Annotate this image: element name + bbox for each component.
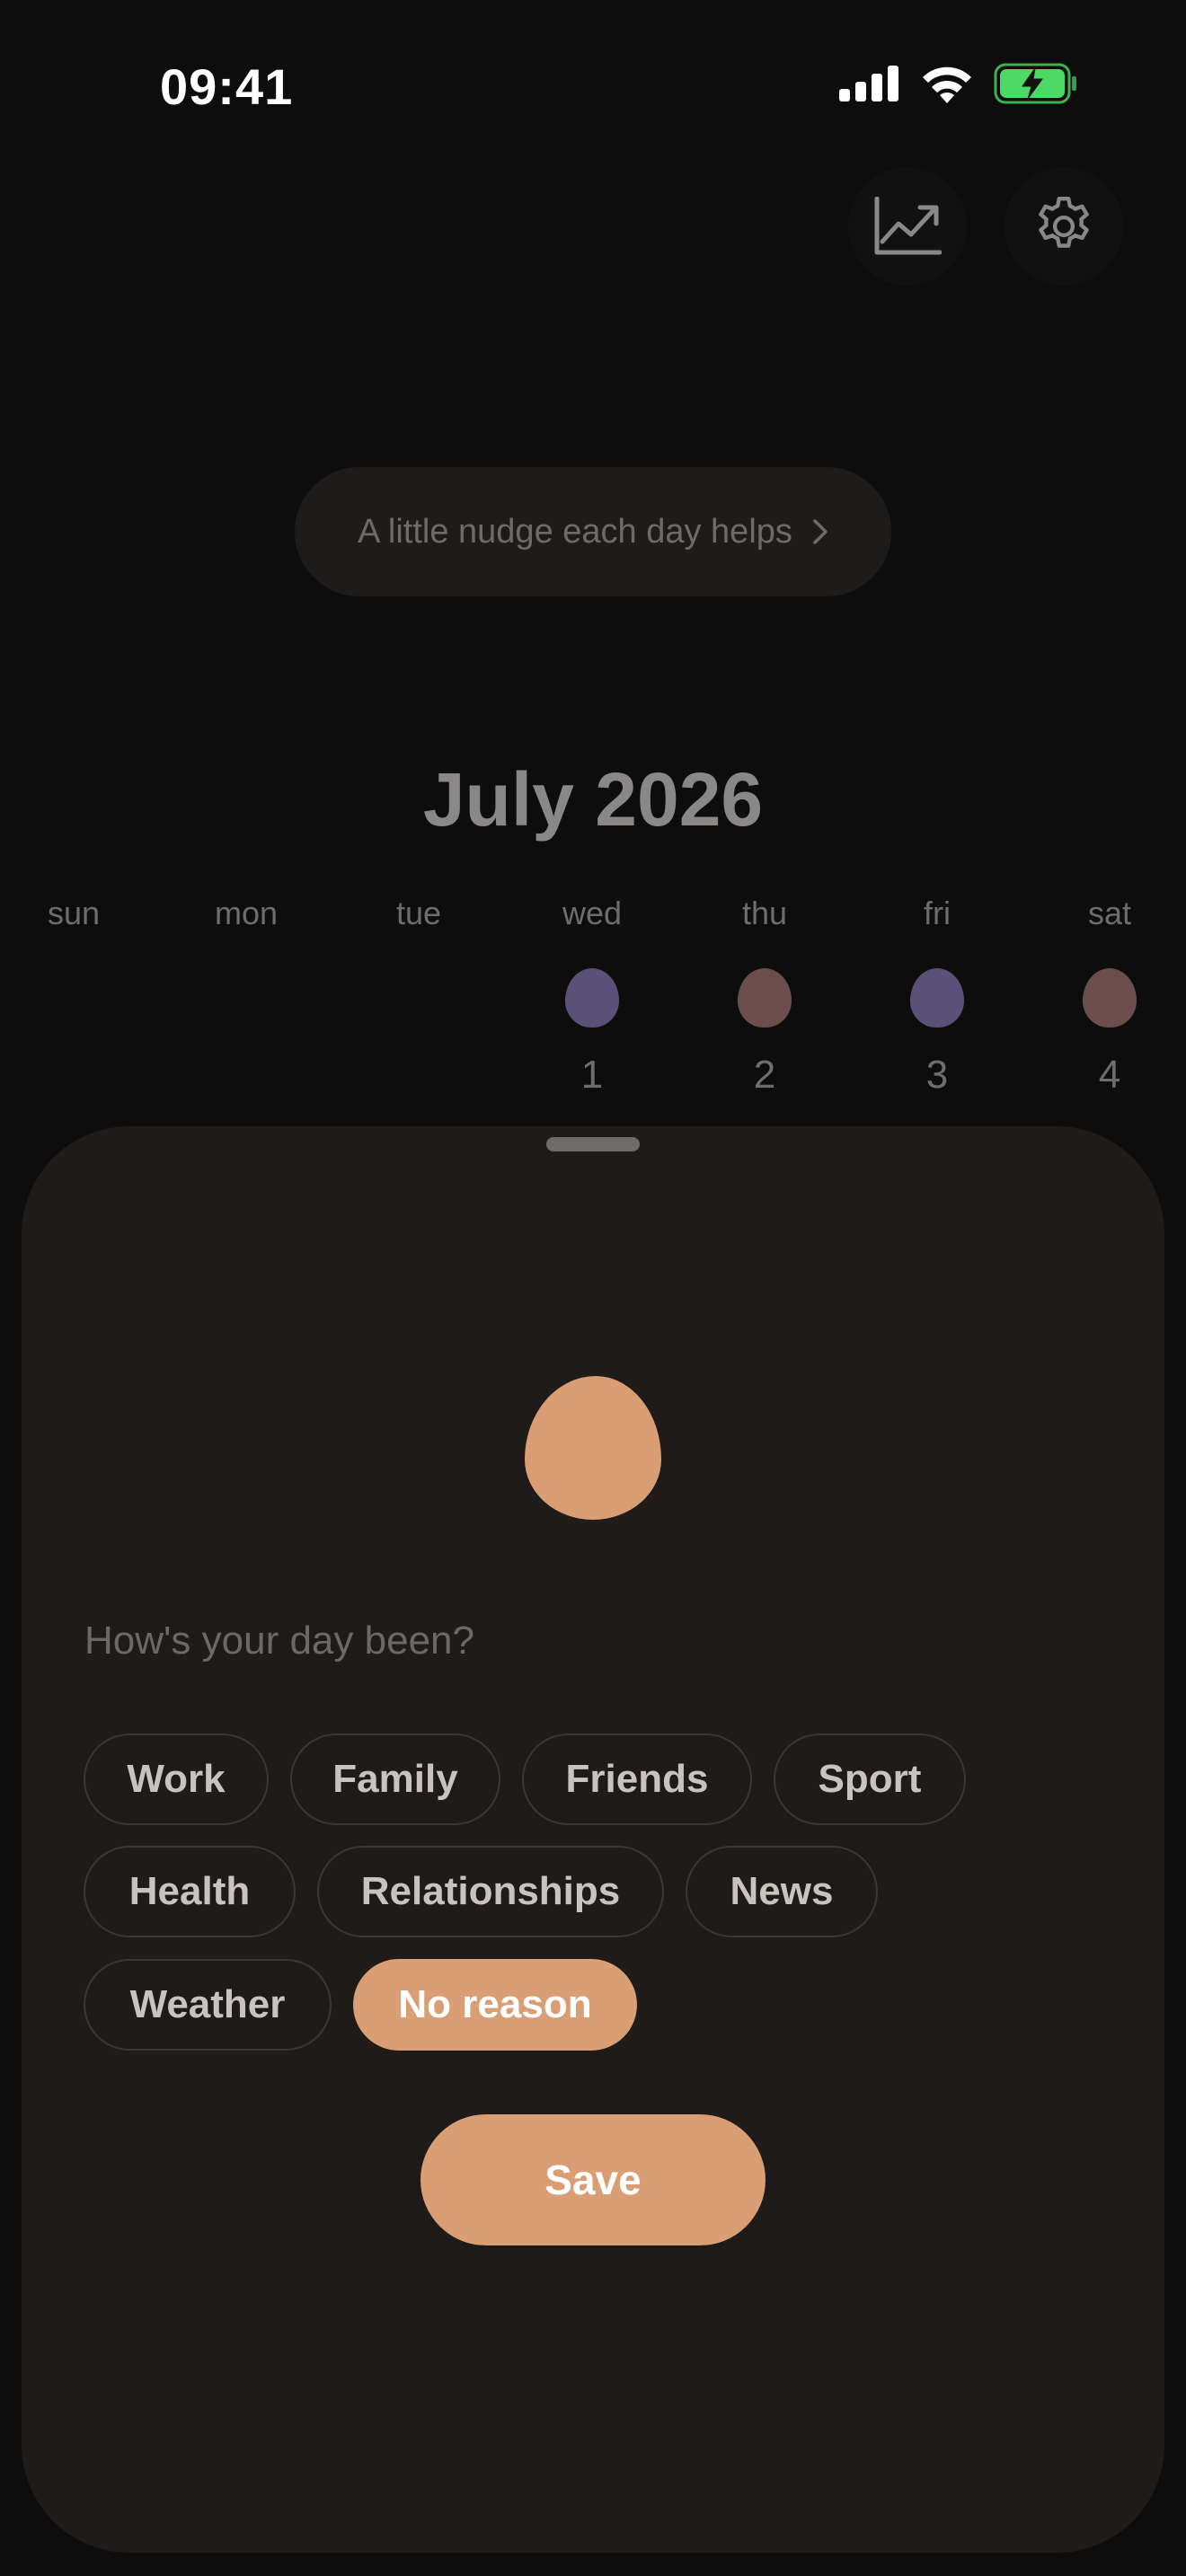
- nudge-pill[interactable]: A little nudge each day helps: [295, 467, 891, 596]
- sheet-grabber[interactable]: [546, 1137, 640, 1151]
- day-4-number: 4: [1098, 1053, 1121, 1097]
- chip-family[interactable]: Family: [290, 1734, 500, 1825]
- weekday-mon: mon: [214, 895, 279, 931]
- day-2-mood[interactable]: [738, 968, 792, 1028]
- chip-no-reason[interactable]: No reason: [353, 1959, 637, 2051]
- chart-line-icon: [874, 197, 942, 255]
- stats-button[interactable]: [848, 167, 967, 286]
- save-button[interactable]: Save: [420, 2114, 766, 2245]
- status-icons: [839, 63, 1078, 104]
- weekday-sat: sat: [1087, 895, 1132, 931]
- app-screen: 09:41 A little nudge each day helps July…: [0, 0, 1186, 2576]
- settings-button[interactable]: [1005, 167, 1123, 286]
- chip-relationships[interactable]: Relationships: [317, 1846, 664, 1937]
- day-1-number: 1: [580, 1053, 604, 1097]
- weekday-tue: tue: [395, 895, 442, 931]
- day-2-number: 2: [753, 1053, 776, 1097]
- weekday-fri: fri: [924, 895, 951, 931]
- chip-work[interactable]: Work: [84, 1734, 269, 1825]
- chip-weather[interactable]: Weather: [84, 1959, 332, 2051]
- chip-sport[interactable]: Sport: [774, 1734, 966, 1825]
- day-question-input[interactable]: How's your day been?: [84, 1619, 474, 1663]
- day-4-mood[interactable]: [1083, 968, 1137, 1028]
- day-3-number: 3: [925, 1053, 949, 1097]
- weekday-wed: wed: [562, 895, 623, 931]
- battery-charging-icon: [994, 63, 1076, 104]
- wifi-icon: [923, 66, 971, 103]
- month-title: July 2026: [422, 757, 764, 842]
- chip-friends[interactable]: Friends: [522, 1734, 752, 1825]
- day-1-mood[interactable]: [565, 968, 619, 1028]
- gear-icon: [1039, 197, 1089, 248]
- chip-health[interactable]: Health: [84, 1846, 296, 1937]
- chip-news[interactable]: News: [686, 1846, 878, 1937]
- nudge-label: A little nudge each day helps: [358, 512, 792, 551]
- day-3-mood[interactable]: [910, 968, 964, 1028]
- chevron-right-icon: [813, 519, 828, 544]
- weekday-thu: thu: [741, 895, 788, 931]
- weekday-sun: sun: [47, 895, 101, 931]
- cellular-signal-icon: [839, 66, 898, 101]
- mood-entry-sheet: [22, 1126, 1164, 2553]
- status-time: 09:41: [160, 58, 294, 115]
